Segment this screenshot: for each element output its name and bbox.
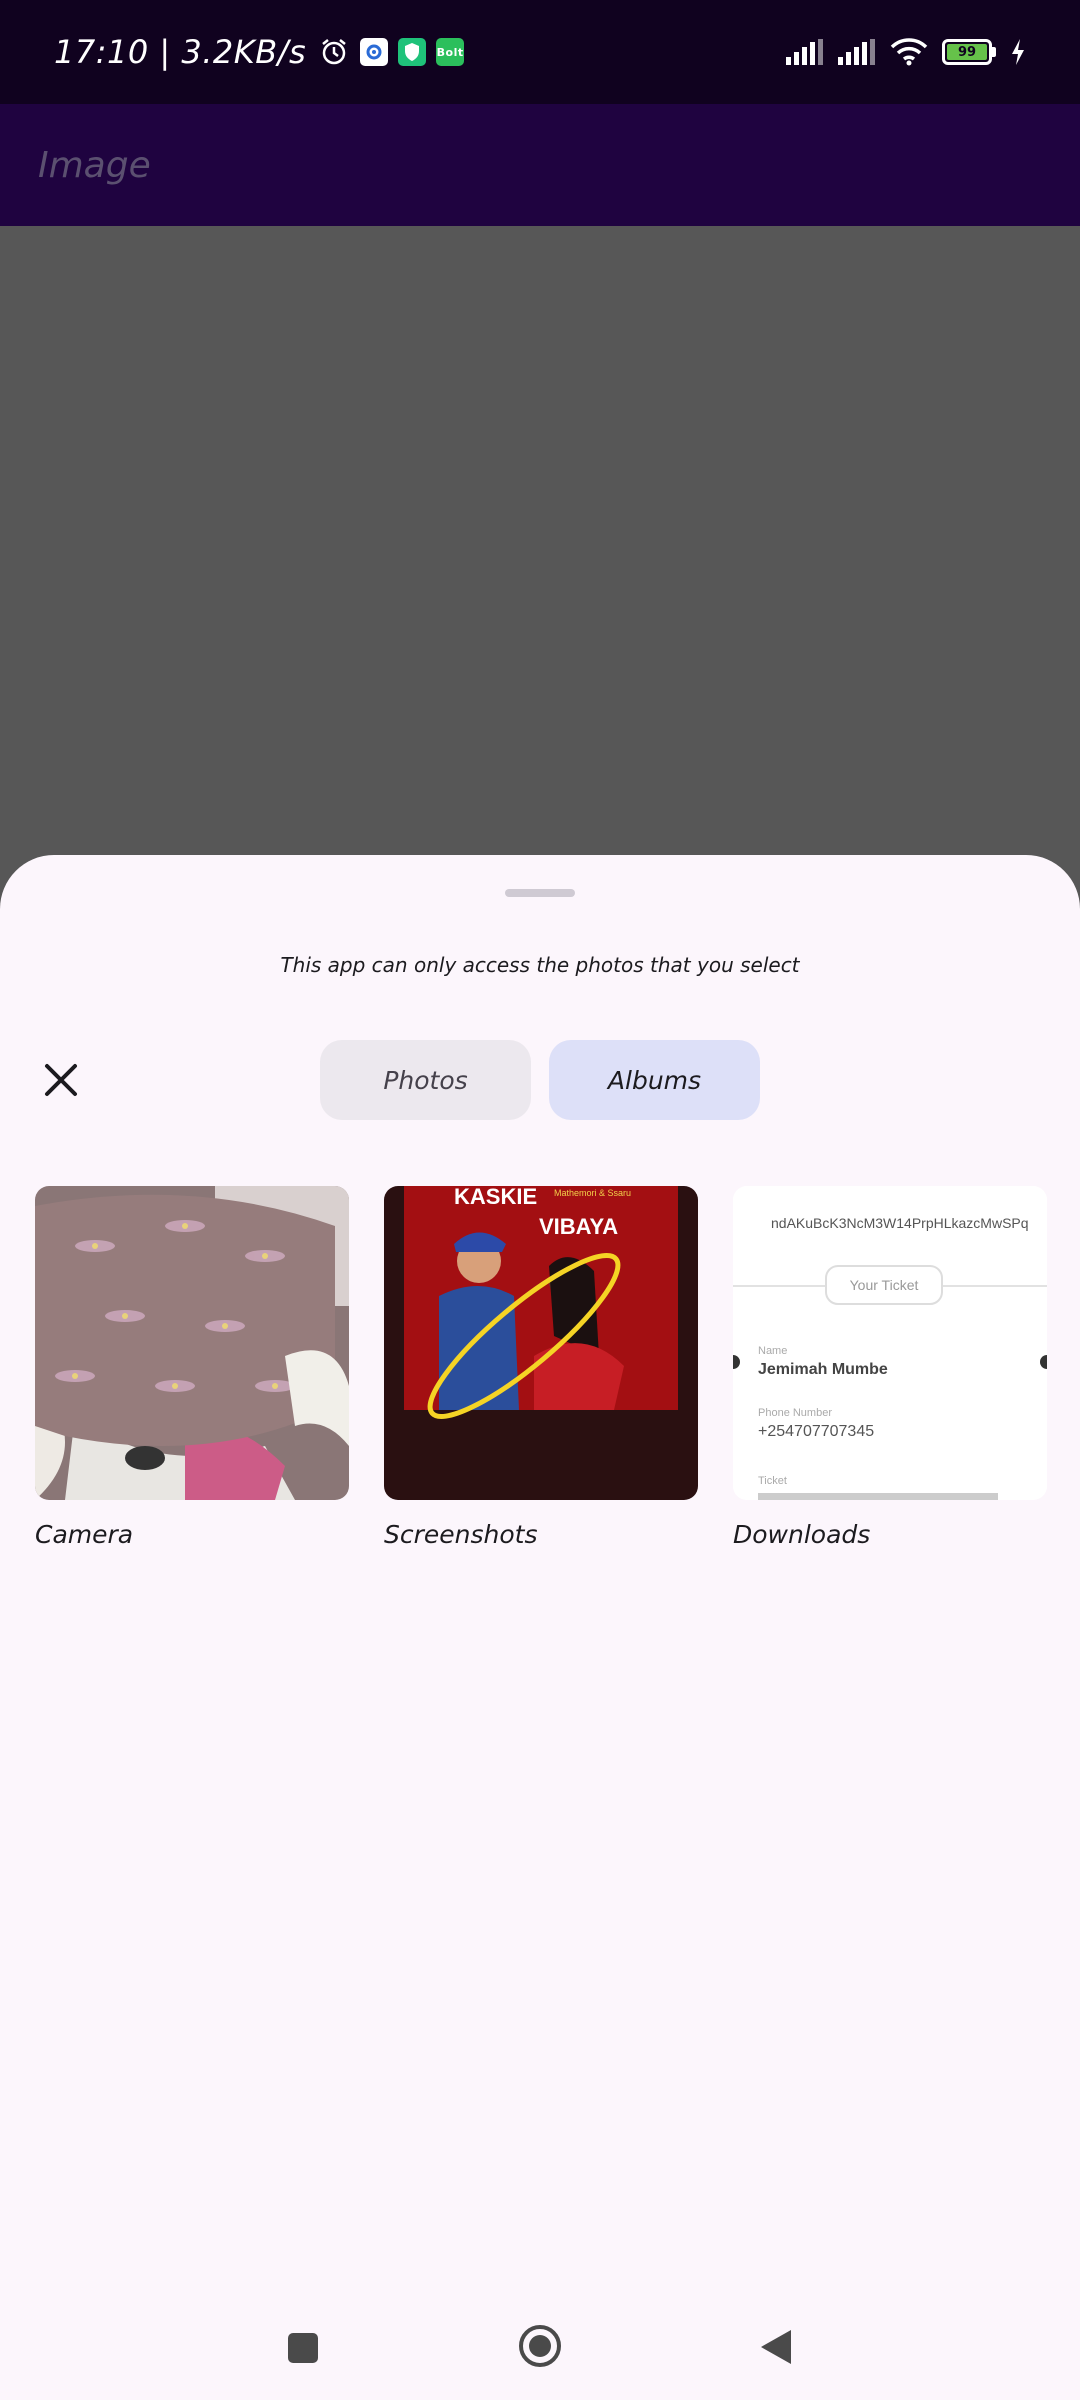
album-camera[interactable]: Camera — [35, 1186, 349, 1549]
album-thumbnail — [35, 1186, 349, 1500]
home-circle-icon — [519, 2325, 561, 2367]
system-nav-bar — [0, 2300, 1080, 2400]
access-notice: This app can only access the photos that… — [280, 953, 800, 977]
camera-thumbnail-image — [35, 1186, 349, 1500]
status-time-speed: 17:10 | 3.2KB/s — [54, 33, 307, 71]
ticket-name-label: Name — [758, 1345, 787, 1357]
recents-button[interactable] — [287, 2332, 319, 2368]
charging-icon — [1010, 39, 1026, 65]
ticket-badge: Your Ticket — [850, 1277, 919, 1293]
ticket-phone-label: Phone Number — [758, 1407, 832, 1419]
settings-app-icon — [360, 38, 389, 66]
ticket-code: ndAKuBcK3NcM3W14PrpHLkazcMwSPq — [771, 1215, 1029, 1231]
picker-tabs: Photos Albums — [320, 1040, 760, 1120]
album-label: Screenshots — [384, 1520, 538, 1549]
signal-icon-2 — [838, 39, 876, 65]
album-label: Camera — [35, 1520, 134, 1549]
home-button[interactable] — [518, 2324, 562, 2372]
battery-icon: 99 — [942, 39, 996, 65]
signal-icon — [786, 39, 824, 65]
battery-level: 99 — [947, 44, 987, 60]
ticket-name: Jemimah Mumbe — [758, 1361, 888, 1378]
album-downloads[interactable]: ndAKuBcK3NcM3W14PrpHLkazcMwSPq Your Tick… — [733, 1186, 1047, 1549]
close-icon — [45, 1064, 77, 1096]
photo-picker-sheet: This app can only access the photos that… — [0, 855, 1080, 2400]
album-thumbnail: KASKIE Mathemori & Ssaru VIBAYA — [384, 1186, 698, 1500]
tab-albums[interactable]: Albums — [549, 1040, 760, 1120]
shield-app-icon — [398, 38, 427, 66]
poster-subtitle: VIBAYA — [539, 1214, 618, 1239]
status-bar: 17:10 | 3.2KB/s Bolt 99 — [0, 0, 1080, 104]
back-triangle-icon — [761, 2330, 791, 2364]
ticket-ticket-label: Ticket — [758, 1475, 787, 1487]
album-grid: Camera KASKIE Mathemori & Ssaru VIBAYA S… — [35, 1186, 1047, 1549]
poster-title: KASKIE — [454, 1186, 537, 1209]
downloads-thumbnail-image: ndAKuBcK3NcM3W14PrpHLkazcMwSPq Your Tick… — [733, 1186, 1047, 1500]
wifi-icon — [890, 38, 928, 66]
bolt-app-icon: Bolt — [436, 38, 465, 66]
poster-credit: Mathemori & Ssaru — [554, 1188, 631, 1198]
drag-handle[interactable] — [505, 889, 575, 897]
album-screenshots[interactable]: KASKIE Mathemori & Ssaru VIBAYA Screensh… — [384, 1186, 698, 1549]
tab-photos[interactable]: Photos — [320, 1040, 531, 1120]
recents-square-icon — [288, 2333, 318, 2363]
ticket-phone: +254707707345 — [758, 1423, 874, 1440]
back-button[interactable] — [759, 2328, 793, 2370]
alarm-clock-icon — [318, 36, 350, 68]
app-bar-title: Image — [38, 144, 151, 186]
scrim[interactable] — [0, 226, 1080, 926]
close-button[interactable] — [36, 1055, 86, 1105]
album-thumbnail: ndAKuBcK3NcM3W14PrpHLkazcMwSPq Your Tick… — [733, 1186, 1047, 1500]
album-label: Downloads — [733, 1520, 871, 1549]
screenshots-thumbnail-image: KASKIE Mathemori & Ssaru VIBAYA — [384, 1186, 698, 1500]
app-bar: Image — [0, 104, 1080, 226]
